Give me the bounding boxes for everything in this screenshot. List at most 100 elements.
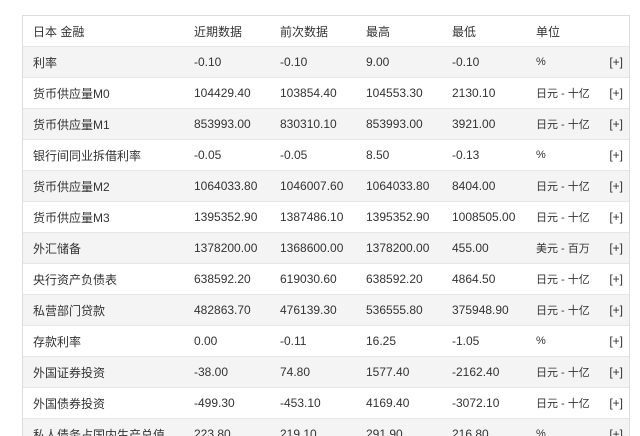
row-expand-link[interactable]: [+] [609,117,623,131]
cell-low-value: 3921.00 [442,108,526,140]
row-expand-link[interactable]: [+] [609,334,623,348]
cell-indicator-name: 货币供应量M0 [23,77,184,109]
row-unit: % [536,335,546,347]
row-expand-link[interactable]: [+] [609,148,623,162]
table-row: 央行资产负债表 638592.20 619030.60 638592.20 4864.5… [23,263,629,295]
row-previous-value: 1368600.00 [280,241,344,255]
row-expand-link[interactable]: [+] [609,55,623,69]
cell-low-value: -0.13 [442,139,526,171]
row-expand-link[interactable]: [+] [609,272,623,286]
cell-expand-link: [+] [596,46,629,78]
row-previous-value: 103854.40 [280,86,337,100]
cell-unit: 日元 - 十亿 [526,387,596,419]
cell-expand-link: [+] [596,77,629,109]
row-unit: 日元 - 十亿 [536,212,590,224]
cell-high-value: 16.25 [356,325,442,357]
row-expand-link[interactable]: [+] [609,179,623,193]
cell-recent-value: 1378200.00 [184,232,270,264]
cell-high-value: 291.90 [356,418,442,436]
row-expand-link[interactable]: [+] [609,241,623,255]
table-row: 存款利率 0.00 -0.11 16.25 -1.05% [+] [23,325,629,357]
row-indicator-name: 私营部门贷款 [33,303,106,318]
cell-recent-value: 1395352.90 [184,201,270,233]
header-previous: 前次数据 [270,16,356,47]
row-indicator-name: 私人债务占国内生产总值 [33,427,166,436]
cell-expand-link: [+] [596,294,629,326]
header-unit: 单位 [526,16,596,47]
row-high-value: 1378200.00 [366,241,430,255]
row-previous-value: -0.11 [280,334,307,348]
table-row: 私营部门贷款 482863.70 476139.30 536555.80 375948.… [23,294,629,326]
table-row: 外汇储备 1378200.00 1368600.00 1378200.00 455.00… [23,232,629,264]
cell-previous-value: 1368600.00 [270,232,356,264]
cell-high-value: 536555.80 [356,294,442,326]
row-low-value: -0.13 [452,148,480,162]
cell-recent-value: 1064033.80 [184,170,270,202]
cell-previous-value: 830310.10 [270,108,356,140]
row-indicator-name: 货币供应量M2 [33,179,110,194]
row-low-value: 216.80 [452,427,489,436]
header-action [596,16,629,47]
row-indicator-name: 外国证券投资 [33,365,106,380]
row-high-value: 104553.30 [366,86,423,100]
row-low-value: 3921.00 [452,117,496,131]
row-indicator-name: 央行资产负债表 [33,272,118,287]
row-expand-link[interactable]: [+] [609,210,623,224]
finance-table-container: 日本 金融 近期数据 前次数据 最高 最低 单位 利率 -0.10 -0.10 9.0… [22,15,630,436]
cell-previous-value: -0.05 [270,139,356,171]
cell-expand-link: [+] [596,139,629,171]
cell-expand-link: [+] [596,232,629,264]
row-high-value: 8.50 [366,148,390,162]
cell-previous-value: 103854.40 [270,77,356,109]
cell-previous-value: 74.80 [270,356,356,388]
row-previous-value: -0.10 [280,55,308,69]
cell-unit: 日元 - 十亿 [526,108,596,140]
row-expand-link[interactable]: [+] [609,303,623,317]
cell-low-value: -3072.10 [442,387,526,419]
row-expand-link[interactable]: [+] [609,427,623,436]
row-low-value: 1008505.00 [452,210,516,224]
cell-indicator-name: 外汇储备 [23,232,184,264]
cell-unit: 日元 - 十亿 [526,294,596,326]
cell-previous-value: 619030.60 [270,263,356,295]
row-previous-value: 1046007.60 [280,179,344,193]
row-expand-link[interactable]: [+] [609,396,623,410]
cell-unit: 美元 - 百万 [526,232,596,264]
row-expand-link[interactable]: [+] [609,365,623,379]
cell-indicator-name: 货币供应量M2 [23,170,184,202]
table-row: 货币供应量M1 853993.00 830310.10 853993.00 3921.0… [23,108,629,140]
row-high-value: 1064033.80 [366,179,430,193]
row-recent-value: 853993.00 [194,117,251,131]
row-indicator-name: 货币供应量M1 [33,117,110,132]
cell-recent-value: 223.80 [184,418,270,436]
table-row: 外国债券投资 -499.30 -453.10 4169.40 -3072.10 日元 - … [23,387,629,419]
cell-high-value: 9.00 [356,46,442,78]
table-row: 货币供应量M2 1064033.80 1046007.60 1064033.80 840… [23,170,629,202]
row-previous-value: -453.10 [280,396,321,410]
cell-indicator-name: 私营部门贷款 [23,294,184,326]
cell-high-value: 4169.40 [356,387,442,419]
row-low-value: -3072.10 [452,396,500,410]
cell-expand-link: [+] [596,356,629,388]
row-unit: 日元 - 十亿 [536,398,590,410]
cell-high-value: 638592.20 [356,263,442,295]
row-high-value: 16.25 [366,334,397,348]
cell-indicator-name: 央行资产负债表 [23,263,184,295]
row-high-value: 536555.80 [366,303,423,317]
table-row: 外国证券投资 -38.00 74.80 1577.40 -2162.40 日元 - 十亿 [… [23,356,629,388]
row-recent-value: -499.30 [194,396,235,410]
cell-indicator-name: 货币供应量M1 [23,108,184,140]
row-indicator-name: 外国债券投资 [33,396,106,411]
cell-recent-value: 0.00 [184,325,270,357]
cell-high-value: 1064033.80 [356,170,442,202]
row-high-value: 638592.20 [366,272,423,286]
row-expand-link[interactable]: [+] [609,86,623,100]
table-row: 利率 -0.10 -0.10 9.00 -0.10% [+] [23,46,629,78]
row-unit: 美元 - 百万 [536,243,590,255]
cell-low-value: 2130.10 [442,77,526,109]
row-low-value: 2130.10 [452,86,496,100]
row-low-value: -1.05 [452,334,480,348]
row-previous-value: 74.80 [280,365,311,379]
cell-unit: % [526,418,596,436]
cell-recent-value: -38.00 [184,356,270,388]
